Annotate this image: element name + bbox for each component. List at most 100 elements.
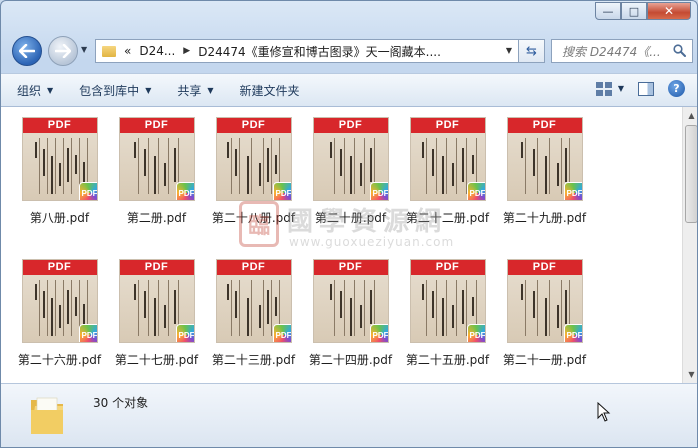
- help-icon[interactable]: ?: [668, 80, 685, 97]
- explorer-window: — □ ✕ ▼ « D24... ▶ D24474《重修宣和博古图录》天一阁藏本…: [0, 0, 698, 448]
- file-name[interactable]: 第二十三册.pdf: [212, 351, 295, 368]
- file-name[interactable]: 第二十一册.pdf: [503, 351, 586, 368]
- pdf-thumbnail[interactable]: PDF PDF: [215, 259, 292, 343]
- pdf-thumbnail[interactable]: PDF PDF: [506, 259, 583, 343]
- chevron-down-icon: ▼: [47, 85, 54, 95]
- file-name[interactable]: 第二十四册.pdf: [309, 351, 392, 368]
- chevron-down-icon: ▼: [617, 84, 624, 93]
- address-bar[interactable]: « D24... ▶ D24474《重修宣和博古图录》天一阁藏本.... ▼: [95, 39, 519, 63]
- file-name[interactable]: 第二十五册.pdf: [406, 351, 489, 368]
- pdf-band-label: PDF: [410, 118, 485, 133]
- breadcrumb-overflow[interactable]: «: [124, 44, 131, 58]
- change-view-button[interactable]: ▼: [595, 81, 624, 96]
- search-input[interactable]: 搜索 D24474《...: [551, 39, 693, 63]
- status-bar: 30 个对象: [1, 383, 697, 447]
- include-in-library-label: 包含到库中: [79, 83, 140, 98]
- pdf-thumbnail[interactable]: PDF PDF: [506, 117, 583, 201]
- pdf-app-icon: PDF: [466, 324, 485, 342]
- minimize-button[interactable]: —: [595, 2, 621, 20]
- item-count: 30 个对象: [93, 396, 149, 410]
- pdf-band-label: PDF: [410, 260, 485, 275]
- address-dropdown-icon[interactable]: ▼: [506, 46, 512, 55]
- pdf-thumbnail[interactable]: PDF PDF: [409, 259, 486, 343]
- organize-menu[interactable]: 组织 ▼: [17, 82, 53, 99]
- file-item[interactable]: PDF PDF 第二十七册.pdf: [108, 257, 205, 383]
- pdf-app-icon: PDF: [563, 182, 582, 200]
- breadcrumb-parent[interactable]: D24...: [139, 44, 175, 58]
- refresh-icon: ⇆: [526, 43, 537, 59]
- pdf-band-label: PDF: [22, 260, 97, 275]
- pdf-thumbnail[interactable]: PDF PDF: [118, 117, 195, 201]
- scroll-up-icon[interactable]: ▲: [683, 107, 697, 124]
- search-placeholder: 搜索 D24474《...: [562, 44, 661, 59]
- file-item[interactable]: PDF PDF 第二十五册.pdf: [399, 257, 496, 383]
- watermark: 臨 國學資源網 www.guoxueziyuan.com: [239, 201, 479, 259]
- file-item[interactable]: PDF PDF 第二十一册.pdf: [496, 257, 593, 383]
- pdf-band-label: PDF: [119, 118, 194, 133]
- view-grid-icon: [595, 81, 612, 96]
- back-button[interactable]: [12, 36, 42, 66]
- search-icon[interactable]: [673, 44, 686, 57]
- organize-label: 组织: [17, 83, 42, 98]
- scrollbar-thumb[interactable]: [685, 125, 697, 223]
- file-item[interactable]: PDF PDF 第二十九册.pdf: [496, 115, 593, 257]
- pdf-app-icon: PDF: [369, 324, 388, 342]
- forward-button[interactable]: [48, 36, 78, 66]
- arrow-left-icon: [19, 44, 35, 58]
- chevron-down-icon: ▼: [207, 85, 214, 95]
- include-in-library-menu[interactable]: 包含到库中 ▼: [79, 82, 151, 99]
- mouse-cursor-icon: [597, 402, 611, 422]
- maximize-button[interactable]: □: [621, 2, 647, 20]
- pdf-app-icon: PDF: [272, 324, 291, 342]
- file-item[interactable]: PDF PDF 第二册.pdf: [108, 115, 205, 257]
- pdf-thumbnail[interactable]: PDF PDF: [312, 117, 389, 201]
- close-button[interactable]: ✕: [647, 2, 691, 20]
- pdf-band-label: PDF: [119, 260, 194, 275]
- pdf-band-label: PDF: [216, 118, 291, 133]
- toolbar-right-controls: ▼ ?: [595, 80, 685, 97]
- pdf-thumbnail[interactable]: PDF PDF: [215, 117, 292, 201]
- pdf-app-icon: PDF: [272, 182, 291, 200]
- watermark-url: www.guoxueziyuan.com: [289, 235, 455, 249]
- new-folder-label: 新建文件夹: [239, 83, 300, 98]
- share-menu[interactable]: 共享 ▼: [177, 82, 213, 99]
- pdf-band-label: PDF: [216, 260, 291, 275]
- pdf-app-icon: PDF: [563, 324, 582, 342]
- breadcrumb-current[interactable]: D24474《重修宣和博古图录》天一阁藏本....: [198, 43, 441, 60]
- scroll-down-icon[interactable]: ▼: [683, 366, 697, 383]
- vertical-scrollbar[interactable]: ▲ ▼: [682, 107, 697, 383]
- pdf-band-label: PDF: [22, 118, 97, 133]
- file-list-pane[interactable]: PDF PDF 第八册.pdf PDF PDF 第二册.pdf PDF PDF 第二十八册.pd…: [1, 107, 697, 383]
- file-item[interactable]: PDF PDF 第八册.pdf: [11, 115, 108, 257]
- pdf-thumbnail[interactable]: PDF PDF: [409, 117, 486, 201]
- pdf-band-label: PDF: [507, 260, 582, 275]
- pdf-thumbnail[interactable]: PDF PDF: [312, 259, 389, 343]
- command-toolbar: 组织 ▼ 包含到库中 ▼ 共享 ▼ 新建文件夹 ▼ ?: [1, 73, 697, 107]
- pdf-app-icon: PDF: [175, 324, 194, 342]
- pdf-band-label: PDF: [313, 118, 388, 133]
- recent-pages-dropdown[interactable]: ▼: [81, 45, 87, 54]
- arrow-right-icon: [55, 44, 71, 58]
- file-name[interactable]: 第二册.pdf: [127, 209, 186, 226]
- refresh-button[interactable]: ⇆: [519, 39, 545, 63]
- navigation-bar: ▼ « D24... ▶ D24474《重修宣和博古图录》天一阁藏本.... ▼…: [1, 33, 697, 67]
- pdf-thumbnail[interactable]: PDF PDF: [21, 259, 98, 343]
- file-name[interactable]: 第二十九册.pdf: [503, 209, 586, 226]
- pdf-thumbnail[interactable]: PDF PDF: [21, 117, 98, 201]
- watermark-seal: 臨: [239, 201, 279, 247]
- file-name[interactable]: 第二十七册.pdf: [115, 351, 198, 368]
- new-folder-button[interactable]: 新建文件夹: [240, 82, 300, 99]
- pdf-app-icon: PDF: [466, 182, 485, 200]
- chevron-right-icon[interactable]: ▶: [183, 46, 190, 56]
- pdf-app-icon: PDF: [78, 182, 97, 200]
- preview-pane-icon[interactable]: [638, 81, 654, 96]
- file-name[interactable]: 第八册.pdf: [30, 209, 89, 226]
- pdf-band-label: PDF: [507, 118, 582, 133]
- file-item[interactable]: PDF PDF 第二十四册.pdf: [302, 257, 399, 383]
- folder-icon: [31, 397, 63, 434]
- file-item[interactable]: PDF PDF 第二十六册.pdf: [11, 257, 108, 383]
- pdf-thumbnail[interactable]: PDF PDF: [118, 259, 195, 343]
- file-name[interactable]: 第二十六册.pdf: [18, 351, 101, 368]
- file-item[interactable]: PDF PDF 第二十三册.pdf: [205, 257, 302, 383]
- pdf-app-icon: PDF: [78, 324, 97, 342]
